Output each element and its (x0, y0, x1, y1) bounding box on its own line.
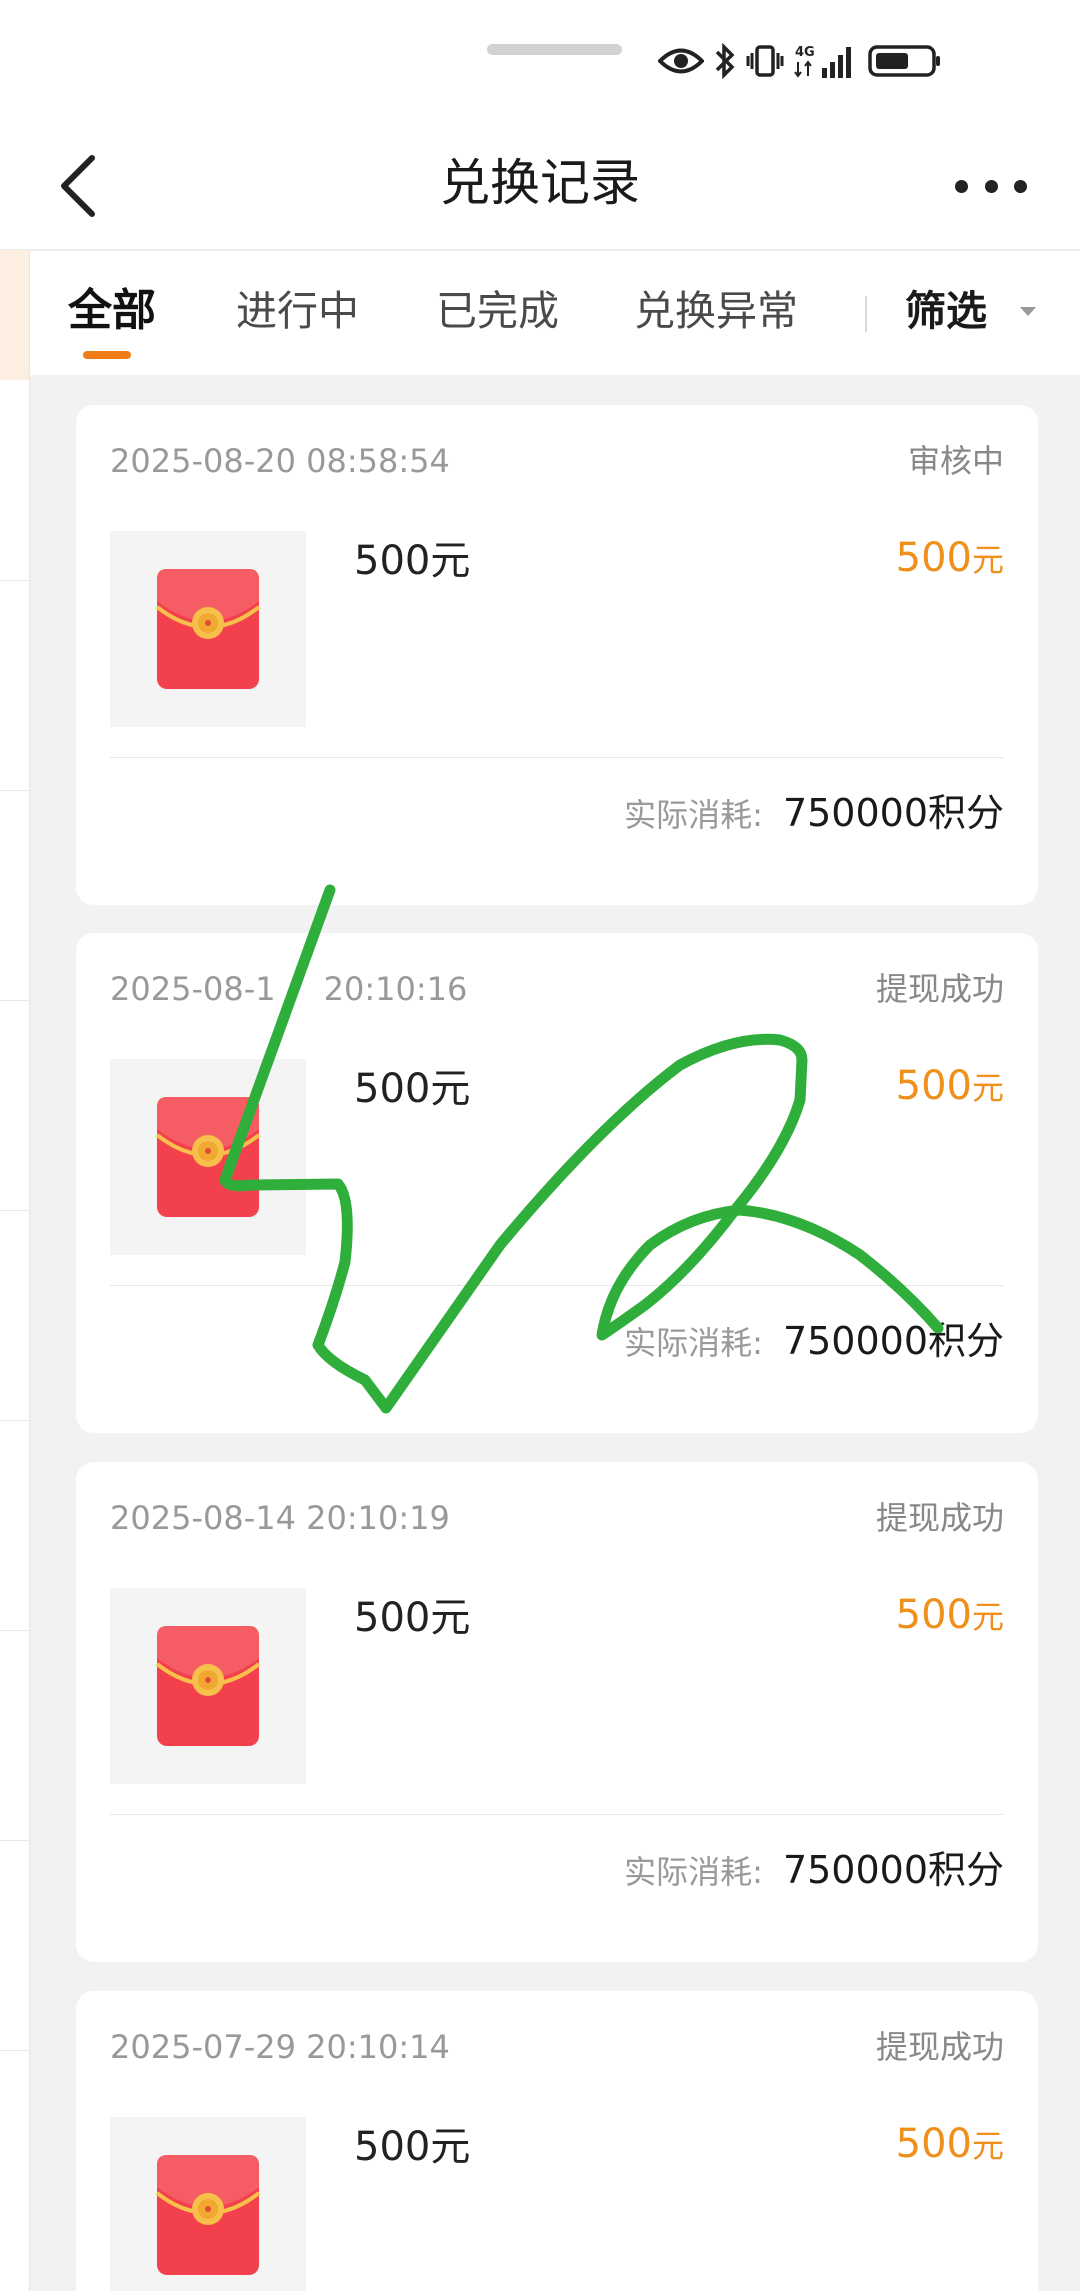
card-divider (110, 1285, 1004, 1286)
product-thumbnail (110, 2117, 306, 2291)
background-divider (0, 2050, 29, 2051)
background-divider (0, 1630, 29, 1631)
red-envelope-icon (155, 1626, 261, 1746)
price-unit: 元 (971, 1069, 1004, 1107)
record-date: 2025-08-14 20:10:19 (110, 1499, 450, 1537)
status-bar: 4G (0, 0, 1080, 120)
active-tab-indicator (83, 351, 131, 359)
record-date-tail: 20:10:16 (323, 970, 468, 1008)
price-amount: 500 (895, 1063, 972, 1109)
background-divider (0, 1000, 29, 1001)
actual-cost: 实际消耗: 750000积分 (624, 1311, 1004, 1379)
product-thumbnail (110, 1059, 306, 1255)
more-dot (955, 179, 968, 193)
product-price: 500元 (896, 1586, 1004, 1652)
caret-down-icon[interactable] (1020, 307, 1036, 316)
product-thumbnail (110, 1588, 306, 1784)
tab-completed[interactable]: 已完成 (436, 281, 559, 341)
price-amount: 500 (895, 1592, 972, 1638)
record-card[interactable]: 2025-08-14 20:10:19 提现成功 500元 500元 实际消耗:… (76, 1462, 1038, 1962)
more-dot (1014, 179, 1027, 193)
record-date-head: 2025-08-1 (110, 970, 276, 1008)
cost-label: 实际消耗: (624, 1853, 763, 1891)
tab-separator (865, 296, 867, 332)
product-price: 500元 (896, 2115, 1004, 2181)
price-amount: 500 (895, 2121, 972, 2167)
price-amount: 500 (895, 535, 972, 581)
background-divider (0, 790, 29, 791)
record-status: 提现成功 (875, 970, 1004, 1008)
notch-pill (487, 44, 622, 55)
record-status: 提现成功 (875, 1499, 1004, 1537)
background-page-strip (0, 250, 30, 2291)
background-divider (0, 1210, 29, 1211)
app-header: 兑换记录 (0, 120, 1080, 250)
record-card[interactable]: 2025-07-29 20:10:14 提现成功 500元 500元 (76, 1991, 1038, 2291)
price-unit: 元 (971, 1598, 1004, 1636)
bluetooth-icon (714, 43, 736, 79)
more-dot (984, 179, 998, 193)
tab-all[interactable]: 全部 (68, 281, 156, 341)
more-button[interactable] (955, 176, 1027, 196)
product-thumbnail (110, 531, 306, 727)
record-date: 2025-08-1 20:10:16 (110, 967, 467, 1011)
page-title: 兑换记录 (440, 154, 640, 212)
battery-icon (868, 44, 942, 78)
status-icons: 4G (658, 38, 942, 84)
record-date: 2025-07-29 20:10:14 (110, 2028, 450, 2066)
vibrate-icon (746, 44, 784, 78)
actual-cost: 实际消耗: 750000积分 (624, 1840, 1004, 1908)
product-price: 500元 (896, 1057, 1004, 1123)
record-date: 2025-08-20 08:58:54 (110, 442, 450, 480)
tabs-bar: 全部 进行中 已完成 兑换异常 筛选 (30, 251, 1080, 375)
signal-4g-icon: 4G (794, 42, 858, 80)
background-divider (0, 1420, 29, 1421)
cost-value: 750000积分 (782, 1319, 1004, 1363)
actual-cost: 实际消耗: 750000积分 (624, 783, 1004, 851)
record-card[interactable]: 2025-08-1 20:10:16 提现成功 500元 500元 实际消耗: 75… (76, 933, 1038, 1433)
background-highlight (0, 250, 29, 380)
eye-icon (658, 46, 704, 76)
card-divider (110, 757, 1004, 758)
price-unit: 元 (971, 541, 1004, 579)
network-label: 4G (795, 45, 815, 60)
cost-label: 实际消耗: (624, 796, 763, 834)
filter-button[interactable]: 筛选 (905, 281, 987, 341)
tab-in-progress[interactable]: 进行中 (236, 281, 359, 341)
background-divider (0, 580, 29, 581)
product-name: 500元 (354, 1595, 471, 1641)
cost-value: 750000积分 (782, 791, 1004, 835)
red-envelope-icon (155, 569, 261, 689)
background-divider (0, 1840, 29, 1841)
red-envelope-icon (155, 2155, 261, 2275)
record-status: 提现成功 (875, 2028, 1004, 2066)
record-card[interactable]: 2025-08-20 08:58:54 审核中 500元 500元 实际消耗: 7… (76, 405, 1038, 905)
price-unit: 元 (971, 2127, 1004, 2165)
red-envelope-icon (155, 1097, 261, 1217)
product-name: 500元 (354, 538, 471, 584)
record-status: 审核中 (907, 442, 1004, 480)
product-name: 500元 (354, 1066, 471, 1112)
product-name: 500元 (354, 2124, 471, 2170)
card-divider (110, 1814, 1004, 1815)
product-price: 500元 (896, 529, 1004, 595)
cost-value: 750000积分 (782, 1848, 1004, 1892)
cost-label: 实际消耗: (624, 1324, 763, 1362)
tab-exception[interactable]: 兑换异常 (634, 281, 798, 341)
